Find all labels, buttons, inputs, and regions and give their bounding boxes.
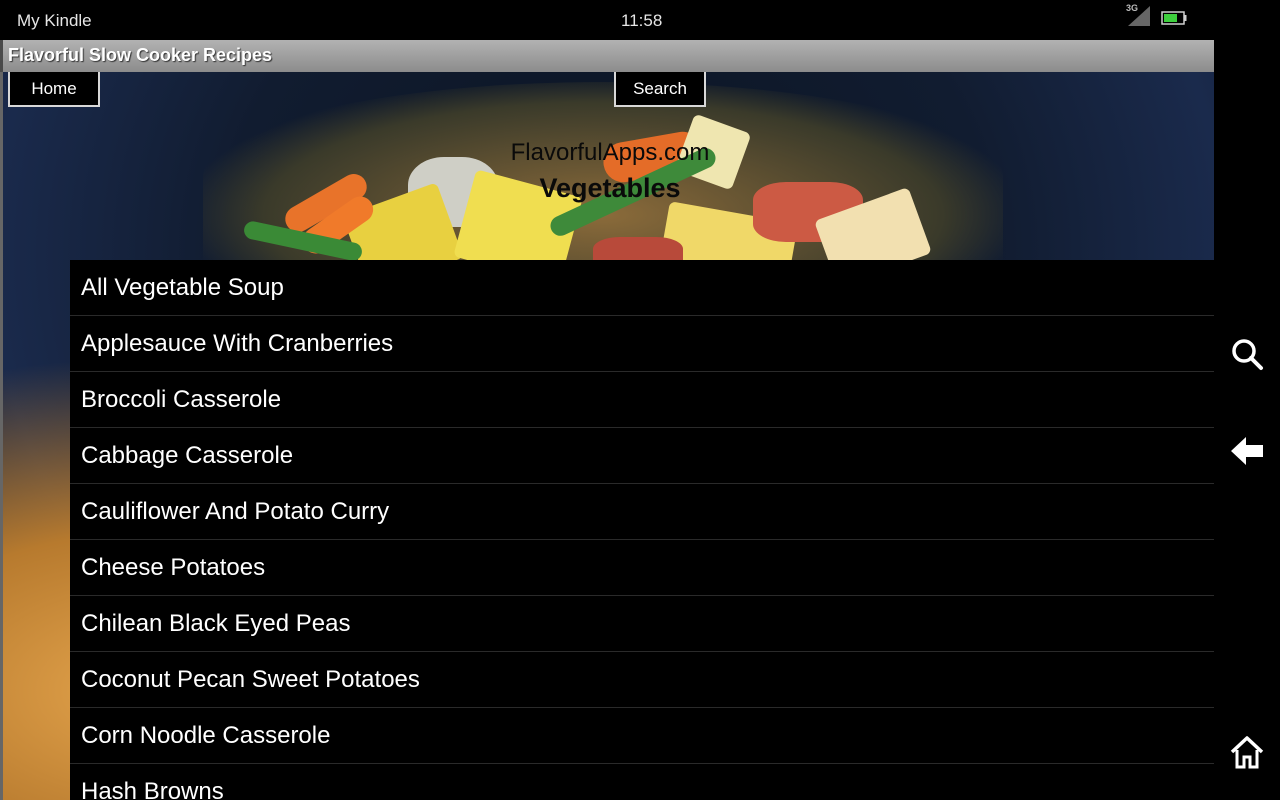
site-link: FlavorfulApps.com <box>510 139 710 166</box>
recipe-item[interactable]: Cheese Potatoes <box>70 540 1214 596</box>
recipe-item[interactable]: Chilean Black Eyed Peas <box>70 596 1214 652</box>
home-icon <box>1230 736 1264 769</box>
status-bar: My Kindle 11:58 3G <box>0 0 1214 40</box>
app-title-bar: Flavorful Slow Cooker Recipes <box>0 40 1214 72</box>
battery-icon <box>1161 11 1187 25</box>
content-area[interactable]: Home Search FlavorfulApps.com Vegetables… <box>0 72 1214 800</box>
nav-search-button[interactable] <box>1214 324 1280 384</box>
nav-back-button[interactable] <box>1214 421 1280 481</box>
recipe-item[interactable]: Broccoli Casserole <box>70 372 1214 428</box>
recipe-item[interactable]: Coconut Pecan Sweet Potatoes <box>70 652 1214 708</box>
category-title: Vegetables <box>539 173 681 203</box>
recipe-item[interactable]: All Vegetable Soup <box>70 260 1214 316</box>
recipe-item[interactable]: Corn Noodle Casserole <box>70 708 1214 764</box>
clock: 11:58 <box>621 11 663 30</box>
home-button[interactable]: Home <box>8 72 100 107</box>
recipe-item[interactable]: Cabbage Casserole <box>70 428 1214 484</box>
signal-type-label: 3G <box>1126 3 1139 13</box>
recipe-list: All Vegetable Soup Applesauce With Cranb… <box>70 260 1214 800</box>
search-icon <box>1232 339 1263 370</box>
search-button[interactable]: Search <box>614 72 706 107</box>
recipe-item[interactable]: Hash Browns <box>70 764 1214 800</box>
system-nav-bar <box>1214 0 1280 800</box>
nav-home-button[interactable] <box>1214 722 1280 782</box>
header-image: Home Search FlavorfulApps.com Vegetables <box>3 72 1214 260</box>
back-arrow-icon <box>1231 437 1263 465</box>
device-name: My Kindle <box>17 11 92 30</box>
recipe-item[interactable]: Cauliflower And Potato Curry <box>70 484 1214 540</box>
recipe-item[interactable]: Applesauce With Cranberries <box>70 316 1214 372</box>
app-title: Flavorful Slow Cooker Recipes <box>8 45 273 65</box>
